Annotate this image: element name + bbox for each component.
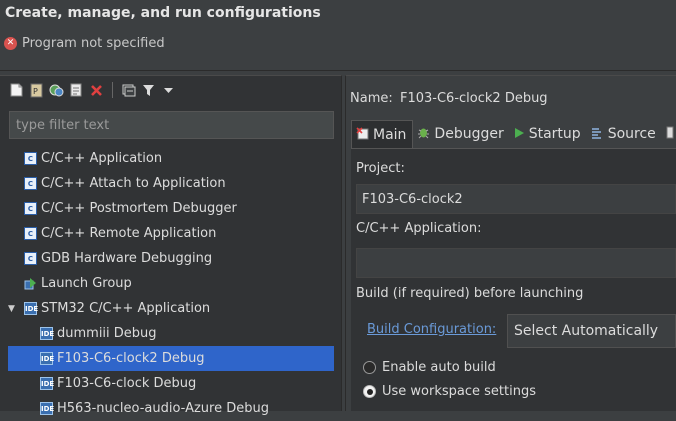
tree-item-f103-c6-clock2-debug[interactable]: IDE F103-C6-clock2 Debug [8,346,334,371]
new-config-icon[interactable] [8,82,25,99]
build-configuration-link[interactable]: Build Configuration: [367,322,496,337]
radio-label: Enable auto build [382,360,496,375]
tree-item-cpp-postmortem[interactable]: C C/C++ Postmortem Debugger [8,196,334,221]
tree-item-h563-nucleo-debug[interactable]: IDE H563-nucleo-audio-Azure Debug [8,396,334,421]
project-field[interactable] [356,184,676,214]
tree-item-launch-group[interactable]: Launch Group [8,271,334,296]
launch-group-icon [24,277,37,290]
tab-startup[interactable]: Startup [510,120,587,148]
radio-enable-auto-build[interactable]: Enable auto build [363,360,496,375]
cpp-app-icon: C [24,152,37,165]
tree-item-cpp-attach[interactable]: C C/C++ Attach to Application [8,171,334,196]
application-label: C/C++ Application: [356,221,482,236]
expand-caret-icon[interactable]: ▼ [8,304,18,314]
filter-input[interactable] [9,111,334,139]
error-icon: ✕ [4,36,17,50]
stm32-ide-icon: IDE [24,302,38,315]
tree-item-label: C/C++ Remote Application [41,226,217,241]
tree-item-label: C/C++ Postmortem Debugger [41,201,237,216]
application-field[interactable] [356,248,676,278]
tree-item-label: GDB Hardware Debugging [41,251,213,266]
tab-more[interactable] [662,120,676,148]
view-menu-icon[interactable] [160,82,177,99]
tab-source[interactable]: Source [587,120,662,148]
build-heading: Build (if required) before launching [356,286,584,301]
stm32-ide-icon: IDE [40,377,54,390]
tab-main[interactable]: Main [351,120,414,149]
build-configuration-select[interactable]: Select Automatically [507,314,676,348]
cpp-app-icon: C [24,227,37,240]
tree-item-dummiii-debug[interactable]: IDE dummiii Debug [8,321,334,346]
tree-item-cpp-remote[interactable]: C C/C++ Remote Application [8,221,334,246]
svg-text:P: P [33,87,38,96]
collapse-all-icon[interactable] [120,82,137,99]
radio-button[interactable] [363,361,376,374]
tree-item-label: C/C++ Application [41,151,163,166]
header-divider [0,70,676,71]
main-tab-icon [356,127,369,143]
tree-item-label: C/C++ Attach to Application [41,176,226,191]
toolbar-separator [112,82,113,98]
dialog-title: Create, manage, and run configurations [5,5,321,21]
config-tree: C C/C++ Application C C/C++ Attach to Ap… [0,146,341,416]
tree-item-cpp-application[interactable]: C C/C++ Application [8,146,334,171]
export-icon[interactable] [68,82,85,99]
tree-item-gdb-hardware[interactable]: C GDB Hardware Debugging [8,246,334,271]
config-tabs: Main Debugger Startup Source [351,120,676,149]
config-toolbar: P [8,80,177,100]
error-text: Program not specified [22,35,165,51]
radio-label: Use workspace settings [382,384,536,399]
tab-label: Main [373,127,407,143]
tree-item-label: F103-C6-clock Debug [57,376,197,391]
tab-label: Startup [528,126,581,142]
radio-use-workspace-settings[interactable]: Use workspace settings [363,384,536,399]
source-icon [591,126,604,142]
radio-button-selected[interactable] [363,385,376,398]
stm32-ide-icon: IDE [40,352,54,365]
tree-item-label: H563-nucleo-audio-Azure Debug [57,401,269,416]
tree-item-label: dummiii Debug [57,326,157,341]
stm32-ide-icon: IDE [40,402,54,415]
name-value[interactable]: F103-C6-clock2 Debug [400,91,548,106]
tab-label: Debugger [434,126,504,142]
cpp-app-icon: C [24,202,37,215]
more-tab-icon [666,126,674,142]
duplicate-icon[interactable] [48,82,65,99]
tree-item-label: STM32 C/C++ Application [41,301,211,316]
filter-icon[interactable] [140,82,157,99]
tree-item-label: Launch Group [41,276,132,291]
tab-debugger[interactable]: Debugger [413,120,509,148]
tab-label: Source [607,126,656,142]
name-label: Name: [350,91,393,106]
delete-icon[interactable] [88,82,105,99]
gdb-icon: C [24,252,37,265]
tree-item-label: F103-C6-clock2 Debug [57,351,205,366]
tree-item-stm32-application[interactable]: ▼ IDE STM32 C/C++ Application [8,296,334,321]
error-message: ✕ Program not specified [4,34,165,52]
play-icon [514,127,525,142]
bug-icon [417,126,430,142]
stm32-ide-icon: IDE [40,327,54,340]
cpp-app-icon: C [24,177,37,190]
new-proto-icon[interactable]: P [28,82,45,99]
tree-item-f103-c6-clock-debug[interactable]: IDE F103-C6-clock Debug [8,371,334,396]
project-label: Project: [356,161,405,176]
build-configuration-value: Select Automatically [514,323,659,339]
